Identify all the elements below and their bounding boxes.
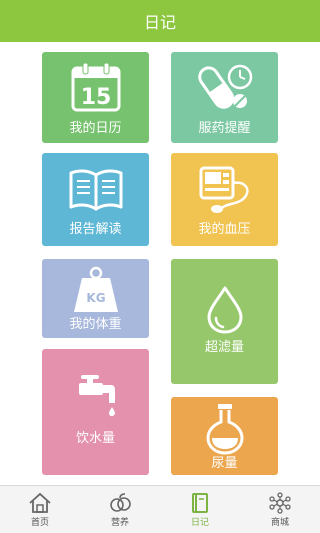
- calendar-icon: 15: [70, 61, 122, 117]
- tab-diary[interactable]: 日记: [160, 486, 240, 533]
- tile-medicine-reminder[interactable]: 服药提醒: [171, 52, 278, 143]
- faucet-icon: [73, 373, 119, 423]
- tile-report-interpretation[interactable]: 报告解读: [42, 153, 149, 246]
- title-bar: 日记: [0, 0, 320, 42]
- pill-clock-icon: [195, 61, 255, 117]
- water-drop-icon: [205, 285, 245, 339]
- tile-urine-volume[interactable]: 尿量: [171, 397, 278, 475]
- tab-home[interactable]: 首页: [0, 486, 80, 533]
- tile-label: 我的体重: [69, 317, 122, 332]
- tile-ultrafiltration[interactable]: 超滤量: [171, 259, 278, 384]
- tile-my-calendar[interactable]: 15 我的日历: [42, 52, 149, 143]
- home-icon: [28, 492, 52, 518]
- tile-my-blood-pressure[interactable]: 我的血压: [171, 153, 278, 246]
- tile-label: 服药提醒: [198, 121, 251, 136]
- tab-mall[interactable]: 商城: [240, 486, 320, 533]
- tile-label: 我的血压: [198, 222, 251, 237]
- calendar-date: 15: [80, 85, 111, 110]
- tab-nutrition[interactable]: 营养: [80, 486, 160, 533]
- network-icon: [268, 492, 292, 518]
- blood-pressure-monitor-icon: [195, 165, 255, 219]
- tile-label: 我的日历: [69, 121, 122, 136]
- bottom-tab-bar: 首页 营养 日记 商城: [0, 485, 320, 533]
- fruit-icon: [108, 492, 132, 518]
- tile-label: 超滤量: [204, 340, 244, 355]
- tile-my-weight[interactable]: KG 我的体重: [42, 259, 149, 338]
- page-title: 日记: [143, 13, 176, 32]
- weight-unit: KG: [86, 291, 105, 305]
- tile-water-intake[interactable]: 饮水量: [42, 349, 149, 475]
- open-book-icon: [68, 167, 124, 217]
- tile-label: 报告解读: [69, 222, 122, 237]
- diary-icon: [190, 492, 210, 518]
- tile-label: 饮水量: [75, 431, 115, 446]
- weight-icon: KG: [71, 266, 121, 318]
- flask-icon: [205, 402, 245, 460]
